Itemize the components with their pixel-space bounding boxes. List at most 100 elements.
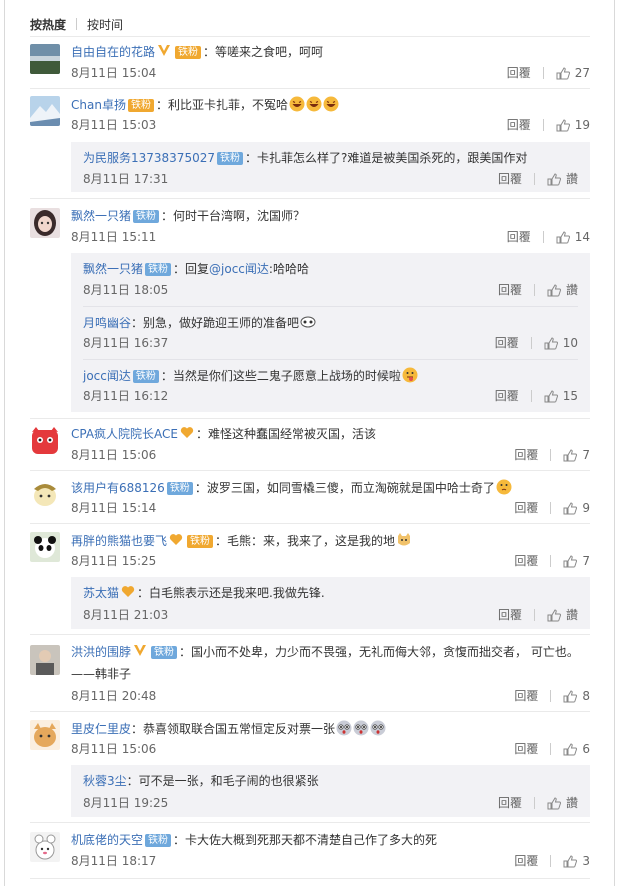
like-count: 7 xyxy=(582,448,590,462)
like-button[interactable]: 14 xyxy=(556,229,590,245)
reply-button[interactable]: 回覆 xyxy=(495,388,519,404)
comment-divider xyxy=(30,634,590,635)
comment: 再胖的熊猫也要飞 铁粉 ：毛熊：来，我来了，这是我的地 8月11日 15:25 回覆… xyxy=(30,532,590,572)
like-button[interactable]: 15 xyxy=(544,388,578,404)
thumbs-up-icon xyxy=(547,283,561,296)
like-button[interactable]: 10 xyxy=(544,335,578,351)
reply-button[interactable]: 回覆 xyxy=(498,282,522,298)
avatar[interactable] xyxy=(30,645,60,675)
fan-heart-icon xyxy=(180,427,194,438)
like-button[interactable]: 6 xyxy=(563,741,590,757)
tab-time[interactable]: 按时间 xyxy=(87,16,123,33)
reply-time: 8月11日 16:37 xyxy=(83,336,169,350)
like-count: 27 xyxy=(574,66,590,80)
comment-divider xyxy=(30,418,590,419)
avatar[interactable] xyxy=(30,532,60,562)
comment-author[interactable]: 飘然一只猪 xyxy=(71,209,131,223)
fan-badge: 铁粉 xyxy=(133,210,160,223)
reply-author[interactable]: 为民服务13738375027 xyxy=(83,151,215,165)
action-separator xyxy=(550,449,552,461)
laughing-emoji-icon xyxy=(289,96,305,112)
comment-text: ：卡大佐大概到死那天都不清楚自己作了多大的死 xyxy=(173,833,438,847)
reply-box: 秋蓉3尘：可不是一张，和毛子闹的也很紧张 8月11日 19:25 回覆 讚 xyxy=(71,765,590,817)
reply-button[interactable]: 回覆 xyxy=(498,607,522,623)
reply-author[interactable]: 飘然一只猪 xyxy=(83,262,143,276)
avatar[interactable] xyxy=(30,720,60,750)
reply-button[interactable]: 回覆 xyxy=(507,65,531,81)
like-button[interactable]: 9 xyxy=(563,500,590,516)
comment-author[interactable]: 再胖的熊猫也要飞 xyxy=(71,534,167,548)
verified-v-icon xyxy=(158,45,171,56)
comment-divider xyxy=(30,470,590,471)
reply-mention[interactable]: @jocc闻达 xyxy=(209,262,269,276)
comment-text: ：等嗟来之食吧，呵呵 xyxy=(203,45,324,59)
avatar[interactable] xyxy=(30,832,60,862)
comment-divider xyxy=(30,523,590,524)
avatar[interactable] xyxy=(30,44,60,74)
like-button[interactable]: 7 xyxy=(563,553,590,569)
reply-author[interactable]: 秋蓉3尘 xyxy=(83,774,127,788)
like-button[interactable]: 19 xyxy=(556,117,590,133)
avatar[interactable] xyxy=(30,96,60,126)
comment: CPA疯人院院长ACE ：难怪这种蠢国经常被灭国，活该 8月11日 15:06 回… xyxy=(30,426,590,466)
like-button[interactable]: 3 xyxy=(563,853,590,869)
comment-time: 8月11日 15:06 xyxy=(71,448,157,462)
comment-time: 8月11日 15:11 xyxy=(71,230,157,244)
fan-badge: 铁粉 xyxy=(216,152,243,165)
reply-button[interactable]: 回覆 xyxy=(514,853,538,869)
comment-author[interactable]: 自由自在的花路 xyxy=(71,45,155,59)
reply-button[interactable]: 回覆 xyxy=(514,500,538,516)
comment-text: ：难怪这种蠢国经常被灭国，活该 xyxy=(196,427,377,441)
reply-button[interactable]: 回覆 xyxy=(495,335,519,351)
like-count: 讚 xyxy=(565,608,578,622)
comment-author[interactable]: Chan卓扬 xyxy=(71,98,126,112)
comment-author[interactable]: 机底佬的天空 xyxy=(71,833,143,847)
shocked-emoji-icon xyxy=(370,720,386,736)
like-count: 8 xyxy=(582,689,590,703)
comment-author[interactable]: 里皮仁里皮 xyxy=(71,722,131,736)
reply-button[interactable]: 回覆 xyxy=(498,171,522,187)
like-button[interactable]: 讚 xyxy=(547,282,578,298)
comment-time: 8月11日 20:48 xyxy=(71,689,157,703)
like-button[interactable]: 7 xyxy=(563,447,590,463)
like-button[interactable]: 27 xyxy=(556,65,590,81)
reply-button[interactable]: 回覆 xyxy=(514,741,538,757)
reply-button[interactable]: 回覆 xyxy=(498,795,522,811)
thumbs-up-icon xyxy=(547,172,561,185)
reply-author[interactable]: jocc闻达 xyxy=(83,369,131,383)
thumbs-up-icon xyxy=(556,230,570,243)
tab-hot[interactable]: 按热度 xyxy=(30,16,66,33)
reply-time: 8月11日 18:05 xyxy=(83,283,169,297)
reply-divider xyxy=(83,306,578,307)
comment-divider xyxy=(30,878,590,879)
laughing-emoji-icon xyxy=(323,96,339,112)
reply-author[interactable]: 月鸣幽谷 xyxy=(83,316,131,330)
avatar[interactable] xyxy=(30,426,60,456)
reply-text: ：当然是你们这些二鬼子愿意上战场的时候啦 xyxy=(160,369,401,383)
tabs-divider xyxy=(30,36,590,37)
like-button[interactable]: 8 xyxy=(563,688,590,704)
reply-button[interactable]: 回覆 xyxy=(507,229,531,245)
avatar[interactable] xyxy=(30,208,60,238)
comment-author[interactable]: 该用户有688126 xyxy=(71,481,165,495)
reply-button[interactable]: 回覆 xyxy=(514,447,538,463)
thumbs-up-icon xyxy=(556,118,570,131)
avatar[interactable] xyxy=(30,479,60,509)
fan-badge: 铁粉 xyxy=(187,535,214,548)
action-separator xyxy=(550,690,552,702)
fan-badge: 铁粉 xyxy=(145,834,172,847)
comment-time: 8月11日 15:14 xyxy=(71,501,157,515)
comment-text: ：利比亚卡扎菲，不冤哈 xyxy=(155,98,288,112)
like-button[interactable]: 讚 xyxy=(547,607,578,623)
reply-button[interactable]: 回覆 xyxy=(507,117,531,133)
reply-button[interactable]: 回覆 xyxy=(514,553,538,569)
comment-author[interactable]: 洪洪的围脖 xyxy=(71,645,131,659)
sort-tabs: 按热度 按时间 xyxy=(30,14,123,34)
reply-button[interactable]: 回覆 xyxy=(514,688,538,704)
comment-author[interactable]: CPA疯人院院长ACE xyxy=(71,427,178,441)
tongue-emoji-icon xyxy=(402,367,418,383)
like-button[interactable]: 讚 xyxy=(547,795,578,811)
reply-author[interactable]: 苏太猫 xyxy=(83,586,119,600)
right-border xyxy=(614,0,615,886)
like-button[interactable]: 讚 xyxy=(547,171,578,187)
